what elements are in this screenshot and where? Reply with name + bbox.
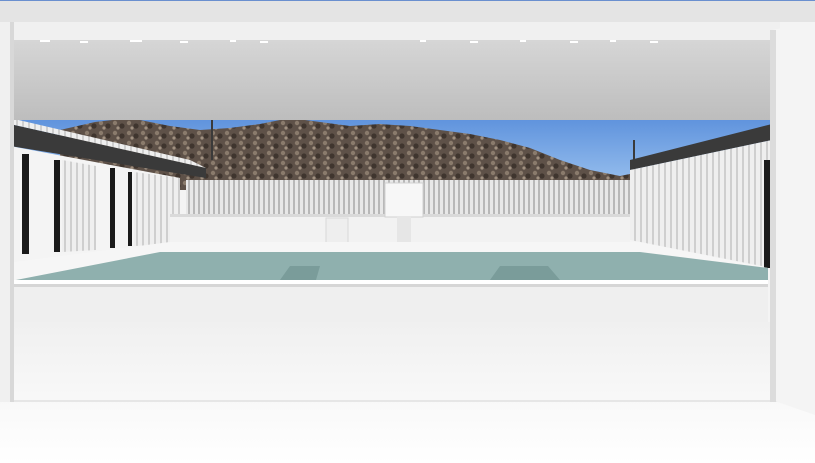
left-window-4 [128,172,132,246]
right-column-edge [770,30,776,402]
render-canvas [0,0,815,463]
left-column-shade [10,22,14,402]
pool-edge [14,280,768,284]
floor-edge-line [0,400,815,402]
render-scene [0,0,815,463]
parapet-top-shadow [14,284,768,287]
left-window-3 [110,168,115,248]
left-window-2 [54,160,60,252]
pool-step-right [490,266,560,280]
ceiling-beam [10,22,780,40]
utility-pole-left [211,120,213,160]
foreground-parapet [14,284,768,322]
left-slat-panel-2 [62,160,96,252]
top-accent-line [0,0,815,1]
outdoor-chimney [384,182,424,218]
ceiling-soffit [10,40,780,120]
right-column [772,22,815,415]
foreground-floor [0,322,815,463]
pool-side-block [325,217,349,247]
ceiling-overhang [0,0,815,22]
chimney-column [397,216,411,242]
left-window-1 [22,154,29,254]
